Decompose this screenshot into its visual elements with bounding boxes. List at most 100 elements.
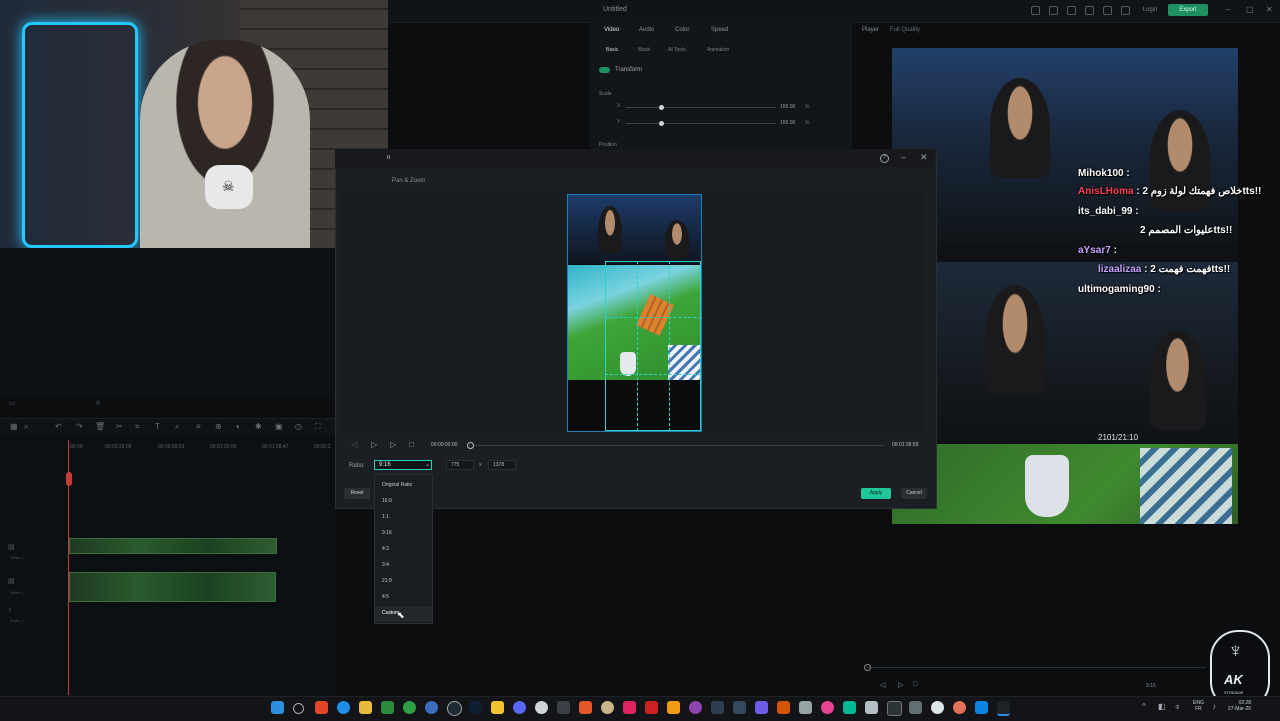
tray-icon[interactable]: ◧ [1158,702,1166,711]
cancel-button[interactable]: Cancel [901,488,927,499]
audio-track-icon[interactable]: ♪ [8,606,12,613]
step-forward-icon[interactable]: ▷ [371,440,377,449]
monitor-icon[interactable] [1031,6,1040,15]
ratio-option-4-5[interactable]: 4:5 [382,594,389,600]
crop-icon[interactable]: ⌗ [135,422,140,432]
app-icon[interactable] [645,701,658,714]
steam-icon[interactable] [469,701,482,714]
login-button[interactable]: Login [1138,5,1162,16]
ai-icon[interactable]: ✱ [255,422,262,431]
undo-icon[interactable]: ↶ [55,422,62,431]
text-icon[interactable]: T [155,422,160,431]
crop-box[interactable] [605,261,701,431]
search-icon[interactable] [293,703,304,714]
app-icon[interactable] [953,701,966,714]
user-icon[interactable] [1121,6,1130,15]
app-icon[interactable] [711,701,724,714]
ratio-option-original[interactable]: Original Ratio [382,482,412,488]
app-icon[interactable] [733,701,746,714]
height-input[interactable]: 1378 [488,460,516,470]
discord-icon[interactable] [513,701,526,714]
ratio-option-21-9[interactable]: 21:9 [382,578,392,584]
playhead-handle[interactable] [66,472,72,486]
search-icon[interactable]: ⌕ [175,422,179,432]
tab-speed[interactable]: Speed [711,27,728,33]
settings-icon[interactable] [1085,6,1094,15]
app-icon[interactable] [557,701,570,714]
app-icon[interactable] [865,701,878,714]
app-icon[interactable] [887,701,902,716]
brave-icon[interactable] [315,701,328,714]
stop-icon[interactable]: □ [913,681,917,688]
scale-y-value[interactable]: 100.00 [780,120,795,126]
chevron-up-icon[interactable]: ^ [1142,702,1146,711]
ratio-select[interactable]: 9:16 [374,460,432,470]
filmora-icon[interactable] [997,701,1010,716]
app-icon[interactable] [799,701,812,714]
image-icon[interactable]: ▣ [275,422,283,431]
folder-icon[interactable]: ▭ [9,399,16,407]
cloud-icon[interactable] [1103,6,1112,15]
help-icon[interactable]: ? [880,154,889,163]
tab-video[interactable]: Video [604,27,619,33]
play-icon[interactable]: ▷ [390,440,396,449]
subtab-animation[interactable]: Animation [707,47,729,53]
subtab-basic[interactable]: Basic [606,47,618,53]
apply-button[interactable]: Apply [861,488,891,499]
grid-view-icon[interactable]: ▦ [10,422,18,431]
app-icon[interactable] [975,701,988,714]
stop-icon[interactable]: □ [409,440,414,449]
add-icon[interactable]: ⊕ [95,399,101,407]
subtab-mask[interactable]: Mask [638,47,650,53]
ratio-option-3-4[interactable]: 3:4 [382,562,389,568]
app-icon[interactable] [821,701,834,714]
width-input[interactable]: 775 [446,460,474,470]
zoom-icon[interactable]: ⌕ [24,422,28,432]
delete-icon[interactable]: 🗑 [95,422,105,431]
video-clip[interactable] [69,572,276,602]
scale-x-value[interactable]: 100.00 [780,104,795,110]
file-explorer-icon[interactable] [359,701,372,714]
speaker-icon[interactable]: ♪ [1212,702,1216,711]
start-icon[interactable] [271,701,284,714]
app-icon[interactable] [579,701,592,714]
clock-icon[interactable] [535,701,548,714]
dialog-scrubber[interactable] [470,445,884,446]
maximize-window-icon[interactable]: ▢ [1246,5,1254,14]
clock[interactable]: 02:28 27-Mar-26 [1228,700,1251,712]
transform-toggle[interactable] [599,67,610,73]
edge-icon[interactable] [337,701,350,714]
excel-icon[interactable] [381,701,394,714]
xbox-icon[interactable] [403,701,416,714]
scale-x-slider[interactable] [626,107,776,108]
reset-button[interactable]: Reset [344,488,370,499]
app-icon[interactable] [689,701,702,714]
app-icon[interactable] [777,701,790,714]
close-window-icon[interactable]: ✕ [1266,5,1273,14]
video-clip[interactable] [69,538,277,554]
scale-y-handle[interactable] [659,121,664,126]
mic-icon[interactable]: ⌽ [1175,702,1180,712]
player-scrub-handle[interactable] [864,664,871,671]
layout-icon[interactable] [1049,6,1058,15]
scale-y-slider[interactable] [626,123,776,124]
speed-icon[interactable]: ≡ [196,422,201,431]
split-icon[interactable]: ✂ [116,422,123,431]
export-button[interactable]: Export [1168,4,1208,16]
app-icon[interactable] [623,701,636,714]
timeline[interactable] [0,436,335,696]
app-icon[interactable] [601,701,614,714]
app-icon[interactable] [931,701,944,714]
globe-icon[interactable] [425,701,438,714]
language-indicator[interactable]: ENG FR [1193,700,1204,712]
grid-icon[interactable] [1067,6,1076,15]
track-video2-icon[interactable]: ▤ [8,543,15,551]
ratio-option-1-1[interactable]: 1:1 [382,514,389,520]
player-ratio[interactable]: 9:16 [1146,683,1156,689]
subtab-ai-tools[interactable]: AI Tools [668,47,686,53]
dialog-scrub-handle[interactable] [467,442,474,449]
app-icon[interactable] [755,701,768,714]
minimize-window-icon[interactable]: – [1226,5,1230,14]
ratio-option-4-3[interactable]: 4:3 [382,546,389,552]
quality-select[interactable]: Full Quality [890,27,920,33]
